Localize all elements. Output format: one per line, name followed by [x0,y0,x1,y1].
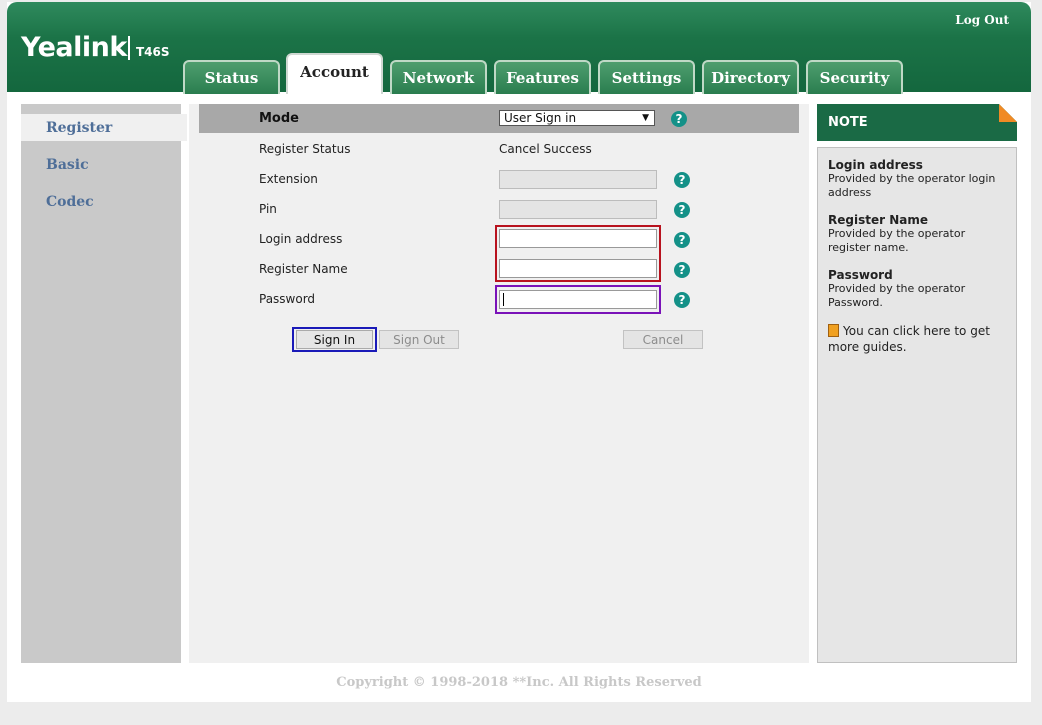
note-corner-icon [999,104,1017,122]
dropdown-arrow-icon: ▼ [642,113,649,123]
copyright-footer: Copyright © 1998-2018 **Inc. All Rights … [336,675,702,690]
note-entry-title: Login address [828,158,923,172]
register-form-panel: Mode User Sign in ▼ ? Register Status Ca… [189,104,809,663]
register-name-help-icon[interactable]: ? [674,262,690,278]
sidebar-item-codec[interactable]: Codec [21,188,196,215]
pin-help-icon[interactable]: ? [674,202,690,218]
mode-label: Mode [259,111,299,126]
tab-features[interactable]: Features [494,60,591,94]
extension-help-icon[interactable]: ? [674,172,690,188]
sidebar: Register Basic Codec [21,104,187,663]
note-entry-desc: Provided by the operator Password. [828,282,966,309]
pin-label: Pin [259,202,277,216]
tab-account[interactable]: Account [286,53,383,94]
mode-row: Mode User Sign in ▼ ? [199,104,799,133]
tab-settings[interactable]: Settings [598,60,695,94]
extension-field[interactable] [499,170,657,189]
mode-help-icon[interactable]: ? [671,111,687,127]
note-entry-title: Register Name [828,213,928,227]
password-field[interactable] [499,290,657,309]
brand-logo: Yealink [21,32,127,63]
note-entry-title: Password [828,268,893,282]
header-bar: Yealink T46S Log Out Status Account Netw… [7,2,1031,94]
guide-text[interactable]: You can click here to get more guides. [828,324,990,354]
note-title: NOTE [828,115,868,130]
extension-label: Extension [259,172,318,186]
login-address-help-icon[interactable]: ? [674,232,690,248]
device-model: T46S [136,45,170,59]
sidebar-item-register[interactable]: Register [21,114,187,141]
text-cursor [503,293,504,306]
tab-network[interactable]: Network [390,60,487,94]
register-name-label: Register Name [259,262,348,276]
mode-select-value: User Sign in [504,111,577,125]
note-entry-desc: Provided by the operator login address [828,172,996,199]
note-header: NOTE [817,104,1017,141]
logo-divider [128,36,130,60]
guide-link[interactable]: You can click here to get more guides. [828,323,1006,355]
note-entry-desc: Provided by the operator register name. [828,227,966,254]
login-address-label: Login address [259,232,343,246]
tab-status[interactable]: Status [183,60,280,94]
register-status-value: Cancel Success [499,142,592,156]
sign-in-button[interactable]: Sign In [296,330,373,349]
sign-out-button[interactable]: Sign Out [379,330,459,349]
mode-select[interactable]: User Sign in ▼ [499,110,655,126]
register-name-field[interactable] [499,259,657,278]
password-help-icon[interactable]: ? [674,292,690,308]
tab-security[interactable]: Security [806,60,903,94]
pin-field[interactable] [499,200,657,219]
register-status-label: Register Status [259,142,351,156]
note-panel: Login address Provided by the operator l… [817,147,1017,663]
logout-link[interactable]: Log Out [955,13,1009,27]
login-address-field[interactable] [499,229,657,248]
sidebar-item-basic[interactable]: Basic [21,151,196,178]
tab-directory[interactable]: Directory [702,60,799,94]
password-label: Password [259,292,316,306]
book-icon [828,324,839,337]
cancel-button[interactable]: Cancel [623,330,703,349]
